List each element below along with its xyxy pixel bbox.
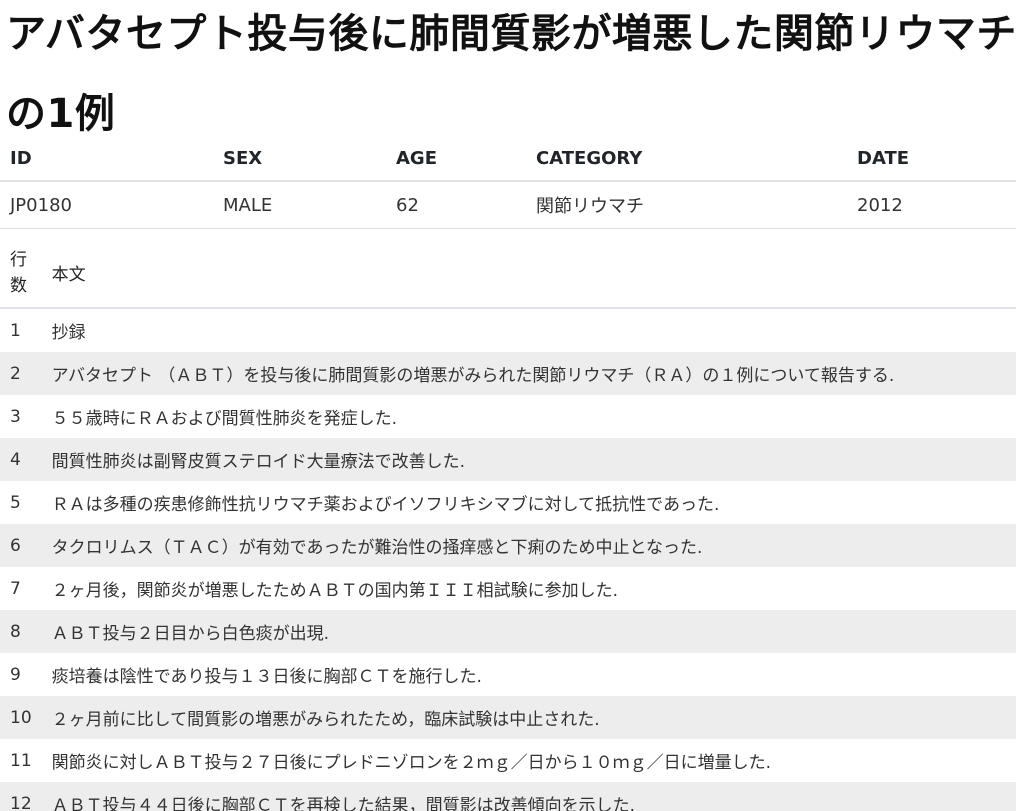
row-text: ＡＢＴ投与４４日後に胸部ＣＴを再検した結果，間質影は改善傾向を示した. — [41, 782, 1016, 811]
table-row: 5 ＲＡは多種の疾患修飾性抗リウマチ薬およびイソフリキシマブに対して抵抗性であった… — [0, 481, 1016, 524]
header-line-number: 行数 — [0, 238, 42, 309]
header-age: AGE — [386, 136, 526, 182]
row-text: 間質性肺炎は副腎皮質ステロイド大量療法で改善した. — [41, 438, 1016, 481]
row-text: タクロリムス（ＴＡＣ）が有効であったが難治性の掻痒感と下痢のため中止となった. — [41, 524, 1016, 567]
value-age: 62 — [386, 181, 526, 229]
row-text: 関節炎に対しＡＢＴ投与２７日後にプレドニゾロンを２ｍｇ／日から１０ｍｇ／日に増量… — [51, 753, 772, 773]
metadata-table: ID SEX AGE CATEGORY DATE JP0180 MALE 62 … — [0, 136, 1016, 229]
row-text: 痰培養は陰性であり投与１３日後に胸部ＣＴを施行した. — [51, 667, 482, 687]
row-line-number: 7 — [10, 578, 21, 599]
row-line-number: 4 — [0, 438, 42, 481]
row-line-number: 8 — [0, 610, 42, 653]
row-text: ５５歳時にＲＡおよび間質性肺炎を発症した. — [51, 409, 398, 429]
row-line-number: 12 — [0, 782, 42, 811]
row-line-number: 11 — [10, 750, 32, 771]
value-sex: MALE — [213, 181, 386, 229]
table-row: 12 ＡＢＴ投与４４日後に胸部ＣＴを再検した結果，間質影は改善傾向を示した. — [0, 782, 1016, 811]
body-rows: 1 抄録 2 アバタセプト （ＡＢＴ）を投与後に肺間質影の増悪がみられた関節リウマチ（… — [0, 308, 1016, 811]
table-row: 11 関節炎に対しＡＢＴ投与２７日後にプレドニゾロンを２ｍｇ／日から１０ｍｇ／日に… — [0, 739, 1016, 782]
page-title: アバタセプト投与後に肺間質影が増悪した関節リウマチの1例 — [6, 11, 1017, 137]
row-text: ＡＢＴ投与２日目から白色痰が出現. — [41, 610, 1016, 653]
table-row: 6 タクロリムス（ＴＡＣ）が有効であったが難治性の掻痒感と下痢のため中止となった. — [0, 524, 1016, 567]
row-line-number: 5 — [10, 492, 21, 513]
header-sex: SEX — [213, 136, 386, 182]
table-row: 9 痰培養は陰性であり投与１３日後に胸部ＣＴを施行した. — [0, 653, 1016, 696]
body-header-row: 行数 本文 — [0, 238, 1016, 309]
header-body-text: 本文 — [41, 238, 1016, 309]
row-line-number: 2 — [0, 352, 42, 395]
table-row: 1 抄録 — [0, 308, 1016, 352]
metadata-header-row: ID SEX AGE CATEGORY DATE — [0, 136, 1016, 182]
page: アバタセプト投与後に肺間質影が増悪した関節リウマチの1例 ID SEX AGE … — [0, 0, 1024, 811]
value-date: 2012 — [847, 181, 1016, 229]
metadata-value-row: JP0180 MALE 62 関節リウマチ 2012 — [0, 181, 1016, 229]
table-row: 8 ＡＢＴ投与２日目から白色痰が出現. — [0, 610, 1016, 653]
body-table: 行数 本文 1 抄録 2 アバタセプト （ＡＢＴ）を投与後に肺間質影の増悪がみられた関… — [0, 238, 1016, 811]
header-id: ID — [0, 136, 213, 182]
row-line-number: 10 — [0, 696, 42, 739]
value-id: JP0180 — [0, 181, 213, 229]
row-line-number: 6 — [0, 524, 42, 567]
row-text: アバタセプト （ＡＢＴ）を投与後に肺間質影の増悪がみられた関節リウマチ（ＲＡ）の… — [41, 352, 1016, 395]
header-date: DATE — [847, 136, 1016, 182]
table-row: 7 ２ヶ月後，関節炎が増悪したためＡＢＴの国内第ＩＩＩ相試験に参加した. — [0, 567, 1016, 610]
table-row: 2 アバタセプト （ＡＢＴ）を投与後に肺間質影の増悪がみられた関節リウマチ（ＲＡ）… — [0, 352, 1016, 395]
row-line-number: 1 — [10, 320, 21, 341]
value-category: 関節リウマチ — [526, 181, 847, 229]
row-text: ２ヶ月前に比して間質影の増悪がみられたため，臨床試験は中止された. — [41, 696, 1016, 739]
row-text: 抄録 — [51, 323, 86, 343]
row-line-number: 3 — [10, 406, 21, 427]
row-text: ＲＡは多種の疾患修飾性抗リウマチ薬およびイソフリキシマブに対して抵抗性であった. — [51, 495, 720, 515]
table-row: 4 間質性肺炎は副腎皮質ステロイド大量療法で改善した. — [0, 438, 1016, 481]
header-category: CATEGORY — [526, 136, 847, 182]
row-line-number: 9 — [10, 664, 21, 685]
table-row: 3 ５５歳時にＲＡおよび間質性肺炎を発症した. — [0, 395, 1016, 438]
row-text: ２ヶ月後，関節炎が増悪したためＡＢＴの国内第ＩＩＩ相試験に参加した. — [51, 581, 619, 601]
table-row: 10 ２ヶ月前に比して間質影の増悪がみられたため，臨床試験は中止された. — [0, 696, 1016, 739]
